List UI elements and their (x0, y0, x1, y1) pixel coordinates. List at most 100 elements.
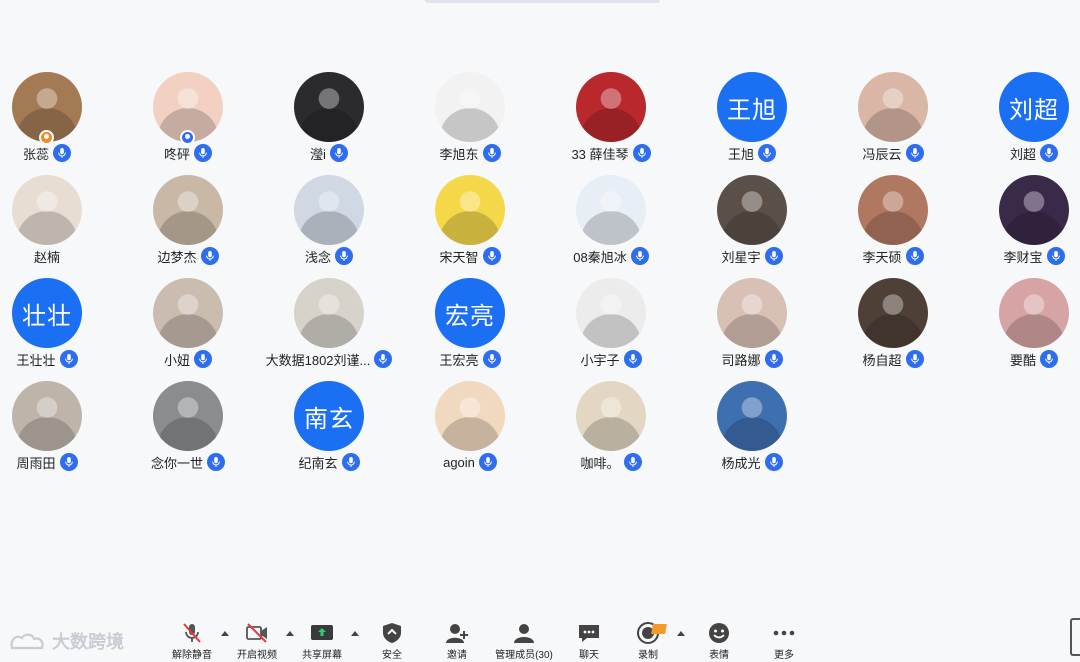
participant-name-row: 冯辰云 (823, 142, 963, 164)
participant-tile[interactable]: 边梦杰 (118, 175, 258, 275)
participant-name-row: 小宇子 (541, 348, 681, 370)
participant-avatar-photo (858, 72, 928, 142)
participant-name-row: 司路娜 (682, 348, 822, 370)
participant-tile[interactable]: 王旭 王旭 (682, 72, 822, 172)
mic-on-icon (329, 144, 348, 162)
participant-name: 小宇子 (580, 352, 620, 368)
participant-name-row: 李旭东 (400, 142, 540, 164)
manage-participants-button[interactable]: 管理成员(30) (494, 622, 554, 662)
side-panel-handle[interactable] (1070, 618, 1080, 656)
participant-avatar-photo (717, 278, 787, 348)
participant-tile[interactable]: 宋天智 (400, 175, 540, 275)
record-options-caret[interactable] (677, 631, 685, 636)
mic-on-icon (632, 144, 651, 162)
participant-tile[interactable]: 要酷 (964, 278, 1080, 378)
participant-tile[interactable]: 小妞 (118, 278, 258, 378)
participant-tile[interactable]: 浅念 (259, 175, 399, 275)
mic-on-icon (341, 453, 360, 471)
participant-name: 赵楠 (33, 249, 60, 265)
participant-tile[interactable]: 刘超 刘超 (964, 72, 1080, 172)
shield-icon (383, 623, 401, 643)
participant-name-row: 王壮壮 (0, 348, 117, 370)
logo-text: 大数跨境 (52, 632, 124, 652)
participant-avatar-initials: 王旭 (717, 72, 787, 142)
mic-on-icon (374, 350, 393, 368)
participant-avatar-photo (717, 175, 787, 245)
mic-on-icon (905, 247, 924, 265)
participant-tile[interactable]: 杨自超 (823, 278, 963, 378)
mic-on-icon (764, 247, 783, 265)
mic-on-icon (482, 247, 501, 265)
participant-avatar-initials: 南玄 (294, 381, 364, 451)
participant-name-row: 小妞 (118, 348, 258, 370)
add-user-icon (446, 624, 468, 643)
more-button[interactable]: 更多 (754, 622, 814, 662)
participant-tile[interactable]: 冯辰云 (823, 72, 963, 172)
participant-avatar-photo (294, 175, 364, 245)
participant-name: 纪南玄 (298, 455, 338, 471)
mic-on-icon (59, 453, 78, 471)
mic-on-icon (482, 144, 501, 162)
participant-avatar-photo (858, 175, 928, 245)
participant-avatar-photo (153, 381, 223, 451)
share-options-caret[interactable] (351, 631, 359, 636)
mic-on-icon (758, 144, 776, 162)
mic-muted-icon (183, 623, 201, 643)
participant-name: 瀅i (310, 146, 326, 162)
participant-tile[interactable]: 南玄纪南玄 (259, 381, 399, 481)
participant-name: 要酷 (1009, 352, 1036, 368)
participant-name-row: 周雨田 (0, 451, 117, 473)
participant-tile[interactable]: 司路娜 (682, 278, 822, 378)
participant-tile[interactable]: 李天硕 (823, 175, 963, 275)
participant-name: 王宏亮 (439, 352, 479, 368)
participant-avatar-photo (12, 175, 82, 245)
participant-name-row: 浅念 (259, 245, 399, 267)
participant-avatar-photo (717, 381, 787, 451)
security-button[interactable]: 安全 (362, 622, 422, 662)
participant-tile[interactable]: 小宇子 (541, 278, 681, 378)
participant-tile[interactable]: 赵楠 (0, 175, 117, 275)
participant-tile[interactable]: 周雨田 (0, 381, 117, 481)
chat-button[interactable]: 聊天 (559, 622, 619, 662)
participant-name-row: 李天硕 (823, 245, 963, 267)
share-screen-button[interactable]: 共享屏幕 (292, 622, 352, 662)
mic-on-icon (207, 453, 225, 471)
unmute-button[interactable]: 解除静音 (162, 622, 222, 662)
participant-tile[interactable]: 瀅i (259, 72, 399, 172)
participant-tile[interactable]: agoin (400, 381, 540, 481)
participant-name: 张蕊 (22, 146, 49, 162)
participant-tile[interactable]: 李旭东 (400, 72, 540, 172)
participant-tile[interactable]: 咖啡。 (541, 381, 681, 481)
participant-tile[interactable]: 大数据1802刘谨... (259, 278, 399, 378)
participant-tile[interactable]: 壮壮 王壮壮 (0, 278, 117, 378)
participant-tile[interactable]: 念你一世 (118, 381, 258, 481)
participant-tile[interactable]: 刘星宇 (682, 175, 822, 275)
participant-avatar-photo (12, 381, 82, 451)
reactions-button[interactable]: 表情 (689, 622, 749, 662)
record-button[interactable]: 录制 (618, 622, 678, 662)
participant-name: 李天硕 (862, 249, 902, 265)
participant-name: 周雨田 (16, 455, 56, 471)
participant-name: 咖啡。 (580, 455, 620, 471)
mic-on-icon (194, 350, 212, 368)
mic-on-icon (905, 350, 924, 368)
participant-name: 杨自超 (862, 352, 902, 368)
participant-tile[interactable]: 张蕊 (0, 72, 117, 172)
more-icon (773, 630, 795, 636)
emoji-icon (709, 623, 729, 643)
start-video-button[interactable]: 开启视频 (227, 622, 287, 662)
participant-name: 杨成光 (721, 455, 761, 471)
mic-on-icon (623, 350, 642, 368)
participant-tile[interactable]: 08秦旭冰 (541, 175, 681, 275)
participant-tile[interactable]: 李财宝 (964, 175, 1080, 275)
participant-name: 王旭 (727, 146, 754, 162)
participant-tile[interactable]: 宏亮 王宏亮 (400, 278, 540, 378)
participant-name-row: 边梦杰 (118, 245, 258, 267)
participant-tile[interactable]: 杨成光 (682, 381, 822, 481)
participant-avatar-photo (576, 381, 646, 451)
participant-tile[interactable]: 咚砰 (118, 72, 258, 172)
invite-button[interactable]: 邀请 (427, 622, 487, 662)
participant-avatar-photo (294, 278, 364, 348)
participant-tile[interactable]: 33 薛佳琴 (541, 72, 681, 172)
mic-on-icon (482, 350, 501, 368)
